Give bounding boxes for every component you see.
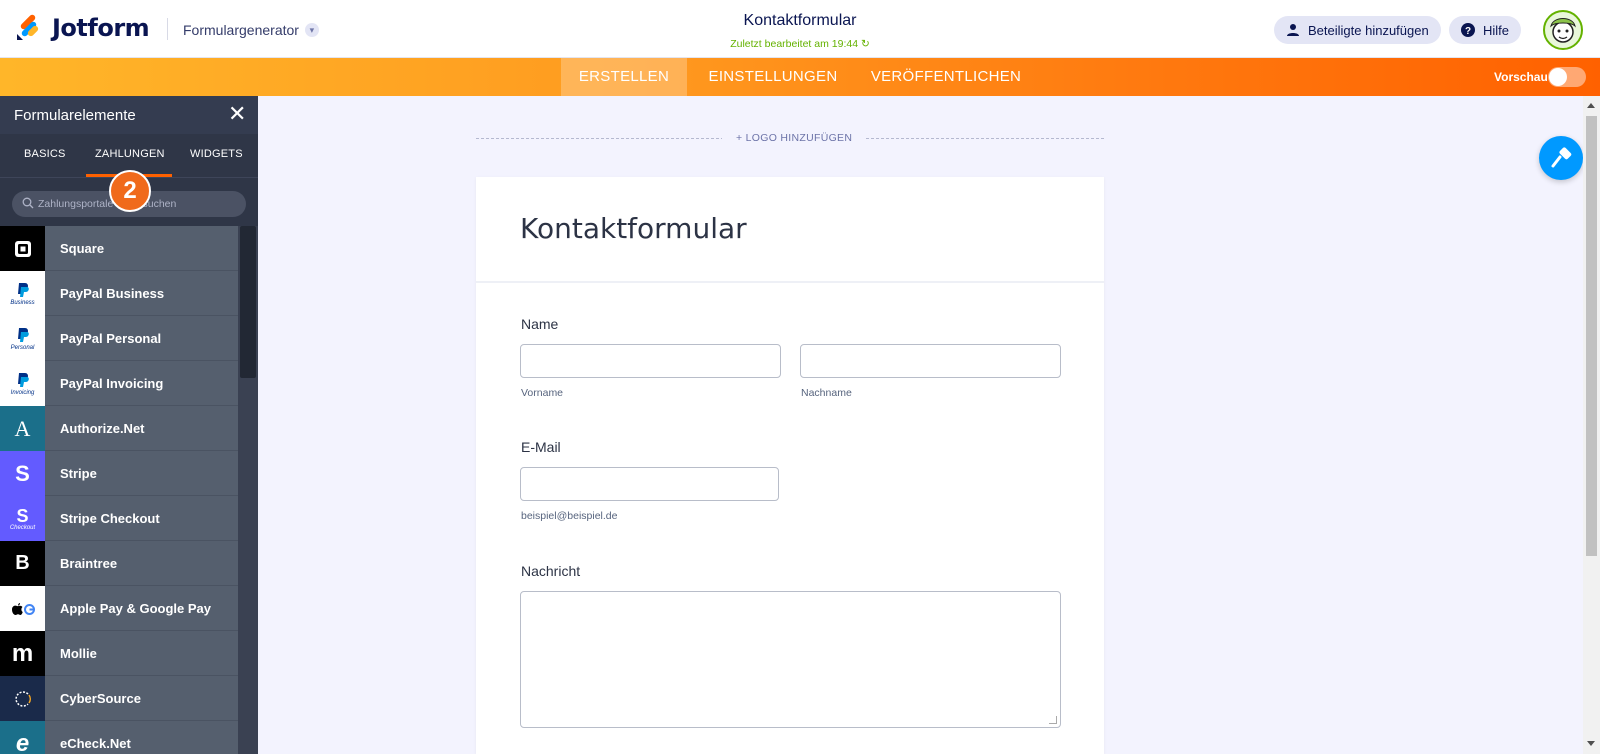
help-button[interactable]: ? Hilfe (1449, 16, 1522, 44)
apple-google-pay-icon (0, 586, 45, 631)
stripe-icon: S (0, 451, 45, 496)
list-item-mollie[interactable]: m Mollie (0, 631, 238, 676)
form-elements-panel: Formularelemente ✕ BASICS ZAHLUNGEN WIDG… (0, 96, 258, 754)
tab-create[interactable]: ERSTELLEN (561, 58, 687, 96)
authorize-net-icon: A (0, 406, 45, 451)
last-name-input[interactable] (800, 344, 1061, 378)
add-logo-button[interactable]: + LOGO HINZUFÜGEN (722, 132, 867, 144)
braintree-icon: B (0, 541, 45, 586)
avatar[interactable] (1543, 10, 1583, 50)
first-name-input[interactable] (520, 344, 781, 378)
scrollbar-thumb[interactable] (240, 226, 256, 378)
list-item-paypal-business[interactable]: Business PayPal Business (0, 271, 238, 316)
help-icon: ? (1461, 23, 1475, 37)
email-label[interactable]: E-Mail (521, 439, 561, 455)
list-item-label: Stripe (60, 466, 97, 481)
paypal-invoicing-icon: Invoicing (0, 361, 45, 406)
list-item-label: eCheck.Net (60, 736, 131, 751)
preview-toggle[interactable] (1548, 67, 1586, 87)
search-icon (22, 197, 34, 209)
paypal-business-icon: Business (0, 271, 45, 316)
add-participants-button[interactable]: Beteiligte hinzufügen (1274, 16, 1441, 44)
list-item-apple-google-pay[interactable]: Apple Pay & Google Pay (0, 586, 238, 631)
preview-label: Vorschau (1494, 70, 1548, 84)
list-item-stripe-checkout[interactable]: S Checkout Stripe Checkout (0, 496, 238, 541)
list-item-label: PayPal Invoicing (60, 376, 164, 391)
form-card: Kontaktformular Name Vorname Nachname E-… (476, 177, 1104, 754)
last-name-sublabel: Nachname (801, 387, 852, 399)
main-nav: ERSTELLEN EINSTELLUNGEN VERÖFFENTLICHEN … (0, 58, 1600, 96)
top-bar: Jotform Formulargenerator ▾ Kontaktformu… (0, 0, 1600, 58)
list-item-echeck-net[interactable]: e eCheck.Net (0, 721, 238, 754)
list-item-cybersource[interactable]: CyberSource (0, 676, 238, 721)
toggle-knob (1549, 68, 1567, 86)
message-label[interactable]: Nachricht (521, 563, 580, 579)
paypal-personal-icon: Personal (0, 316, 45, 361)
scrollbar-thumb[interactable] (1586, 116, 1597, 556)
paint-roller-icon (1551, 147, 1572, 168)
tab-publish[interactable]: VERÖFFENTLICHEN (866, 58, 1026, 96)
name-label[interactable]: Name (521, 316, 558, 332)
stripe-checkout-icon: S Checkout (0, 496, 45, 541)
email-sublabel: beispiel@beispiel.de (521, 510, 618, 522)
list-item-square[interactable]: Square (0, 226, 238, 271)
tab-payments[interactable]: ZAHLUNGEN (95, 148, 165, 160)
form-heading[interactable]: Kontaktformular (520, 212, 747, 245)
form-designer-button[interactable] (1539, 136, 1583, 180)
step-badge: 2 (109, 170, 151, 212)
list-item-authorize-net[interactable]: A Authorize.Net (0, 406, 238, 451)
cybersource-icon (0, 676, 45, 721)
tab-settings[interactable]: EINSTELLUNGEN (700, 58, 846, 96)
main-scrollbar[interactable] (1583, 96, 1600, 754)
list-item-braintree[interactable]: B Braintree (0, 541, 238, 586)
scroll-down-icon[interactable] (1587, 741, 1595, 746)
tab-widgets[interactable]: WIDGETS (190, 148, 243, 160)
list-item-label: Braintree (60, 556, 118, 571)
message-textarea[interactable] (520, 591, 1061, 728)
list-item-paypal-invoicing[interactable]: Invoicing PayPal Invoicing (0, 361, 238, 406)
list-item-label: Square (60, 241, 105, 256)
list-item-label: PayPal Personal (60, 331, 162, 346)
list-item-label: Apple Pay & Google Pay (60, 601, 211, 616)
email-input[interactable] (520, 467, 779, 501)
avatar-image (1550, 18, 1576, 43)
refresh-icon: ↻ (860, 38, 870, 50)
close-icon[interactable]: ✕ (228, 103, 246, 125)
divider (476, 281, 1104, 283)
svg-text:?: ? (1465, 26, 1471, 37)
resize-handle-icon[interactable] (1049, 716, 1057, 724)
echeck-net-icon: e (0, 721, 45, 754)
tab-basics[interactable]: BASICS (24, 148, 66, 160)
scroll-up-icon[interactable] (1587, 103, 1595, 108)
panel-scrollbar[interactable] (238, 226, 258, 754)
list-item-paypal-personal[interactable]: Personal PayPal Personal (0, 316, 238, 361)
list-item-label: PayPal Business (60, 286, 165, 301)
panel-header: Formularelemente ✕ (0, 96, 258, 134)
list-item-label: Mollie (60, 646, 97, 661)
first-name-sublabel: Vorname (521, 387, 564, 399)
panel-title: Formularelemente (14, 107, 136, 124)
list-item-label: CyberSource (60, 691, 141, 706)
user-icon (1287, 24, 1299, 36)
list-item-label: Authorize.Net (60, 421, 145, 436)
mollie-icon: m (0, 631, 45, 676)
list-item-stripe[interactable]: S Stripe (0, 451, 238, 496)
square-icon (0, 226, 45, 271)
list-item-label: Stripe Checkout (60, 511, 160, 526)
